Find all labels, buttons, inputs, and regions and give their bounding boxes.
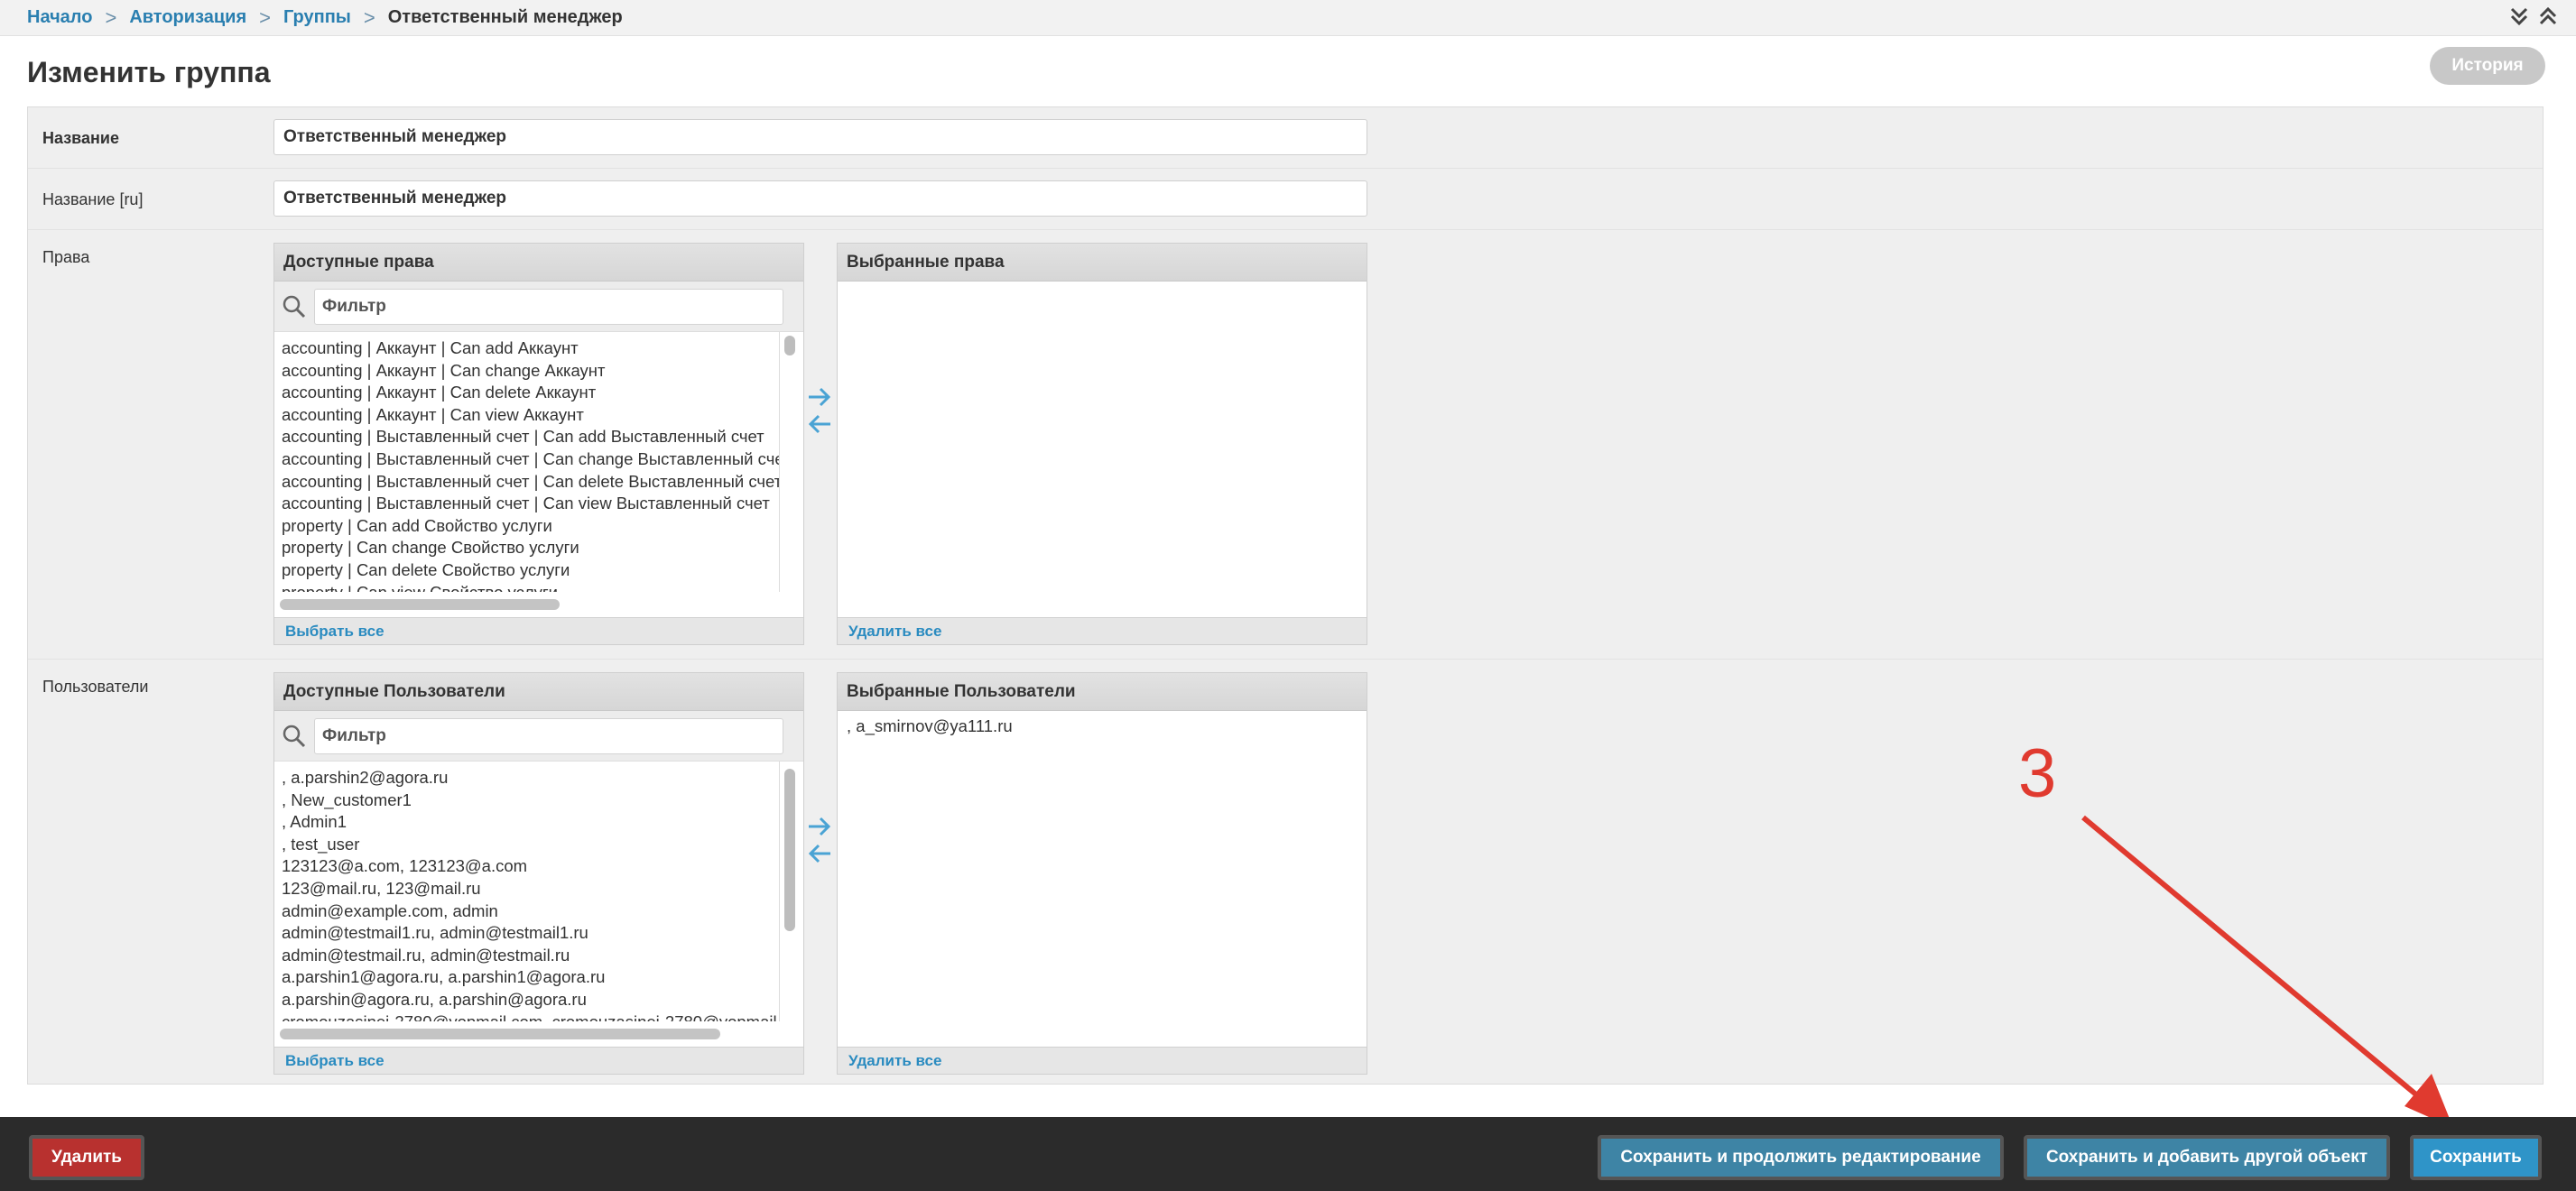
list-item[interactable]: , test_user (282, 834, 772, 856)
name-ru-row: Название [ru] Ответственный менеджер (28, 169, 2543, 230)
list-item[interactable]: 123123@a.com, 123123@a.com (282, 855, 772, 878)
list-item[interactable]: accounting | Выставленный счет | Can vie… (282, 493, 772, 515)
name-ru-label: Название [ru] (42, 190, 144, 208)
available-permissions-list[interactable]: accounting | Аккаунт | Can add Аккаунт ac… (274, 332, 780, 592)
available-permissions-box: Доступные права Фильтр accounting | Акка… (273, 243, 804, 645)
breadcrumb-groups[interactable]: Группы (283, 7, 351, 28)
arrow-right-icon[interactable] (806, 385, 833, 409)
search-icon (283, 725, 306, 748)
collapse-controls (2509, 5, 2558, 27)
breadcrumb-separator: > (363, 5, 375, 29)
users-filter-bar: Фильтр (274, 711, 803, 762)
save-add-another-button[interactable]: Сохранить и добавить другой объект (2024, 1135, 2390, 1180)
list-item[interactable]: accounting | Выставленный счет | Can del… (282, 471, 779, 494)
breadcrumb-separator: > (105, 5, 117, 29)
available-users-box: Доступные Пользователи Фильтр , a.parshi… (273, 672, 804, 1075)
breadcrumb-separator: > (259, 5, 271, 29)
name-input[interactable]: Ответственный менеджер (273, 119, 1367, 155)
list-item[interactable]: accounting | Аккаунт | Can view Аккаунт (282, 404, 772, 427)
vertical-scrollbar[interactable] (783, 765, 797, 1020)
list-item[interactable]: property | Can view Свойство услуги (282, 582, 772, 592)
list-item[interactable]: 123@mail.ru, 123@mail.ru (282, 878, 772, 900)
breadcrumb-home[interactable]: Начало (27, 7, 92, 28)
list-item[interactable]: , a.parshin2@agora.ru (282, 767, 772, 789)
choose-all-users-link[interactable]: Выбрать все (285, 1052, 385, 1070)
list-item[interactable]: a.parshin1@agora.ru, a.parshin1@agora.ru (282, 966, 772, 989)
list-item[interactable]: accounting | Выставленный счет | Can add… (282, 426, 772, 448)
permissions-filter-input[interactable]: Фильтр (314, 289, 783, 325)
history-button[interactable]: История (2430, 47, 2545, 85)
name-label: Название (42, 129, 119, 147)
available-users-title: Доступные Пользователи (274, 673, 803, 711)
list-item[interactable]: accounting | Аккаунт | Can change Аккаун… (282, 360, 772, 383)
users-label: Пользователи (42, 678, 149, 696)
arrow-right-icon[interactable] (806, 815, 833, 838)
available-permissions-title: Доступные права (274, 244, 803, 282)
annotation-step-number: 3 (2018, 735, 2057, 812)
users-row: Пользователи Доступные Пользователи Филь… (28, 660, 2543, 1085)
name-ru-input[interactable]: Ответственный менеджер (273, 180, 1367, 217)
list-item[interactable]: , a_smirnov@ya111.ru (847, 716, 1357, 736)
page-title: Изменить группа (27, 56, 271, 88)
delete-button[interactable]: Удалить (29, 1135, 144, 1180)
list-item[interactable]: cromouzasinei-2780@yopmail.com, cromouza… (282, 1011, 779, 1021)
list-item[interactable]: admin@example.com, admin (282, 900, 772, 923)
list-item[interactable]: , Admin1 (282, 811, 772, 834)
double-chevron-up-icon[interactable] (2538, 5, 2558, 27)
chosen-permissions-box: Выбранные права Удалить все (837, 243, 1367, 645)
arrow-left-icon[interactable] (806, 412, 833, 436)
list-item[interactable]: accounting | Аккаунт | Can add Аккаунт (282, 337, 772, 360)
list-item[interactable]: property | Can delete Свойство услуги (282, 559, 772, 582)
vertical-scrollbar[interactable] (783, 336, 797, 590)
breadcrumb-auth[interactable]: Авторизация (129, 7, 246, 28)
search-icon (283, 295, 306, 319)
permissions-footer: Выбрать все (274, 617, 803, 644)
save-button[interactable]: Сохранить (2410, 1135, 2542, 1180)
group-form: Название Ответственный менеджер Название… (27, 106, 2544, 1085)
remove-all-permissions-link[interactable]: Удалить все (848, 623, 941, 641)
users-filter-input[interactable]: Фильтр (314, 718, 783, 754)
permissions-label: Права (42, 248, 90, 266)
arrow-left-icon[interactable] (806, 842, 833, 865)
list-item[interactable]: admin@testmail1.ru, admin@testmail1.ru (282, 922, 772, 945)
chosen-permissions-footer: Удалить все (838, 617, 1367, 644)
name-row: Название Ответственный менеджер (28, 107, 2543, 169)
save-continue-button[interactable]: Сохранить и продолжить редактирование (1598, 1135, 2004, 1180)
chosen-users-list[interactable]: , a_smirnov@ya111.ru (838, 711, 1367, 742)
horizontal-scrollbar[interactable] (280, 597, 560, 612)
permissions-row: Права Доступные права Фильтр accounting … (28, 230, 2543, 660)
list-item[interactable]: property | Can change Свойство услуги (282, 537, 772, 559)
chosen-users-title: Выбранные Пользователи (838, 673, 1367, 711)
breadcrumb: Начало > Авторизация > Группы > Ответств… (0, 0, 2576, 36)
list-item[interactable]: accounting | Выставленный счет | Can cha… (282, 448, 779, 471)
remove-all-users-link[interactable]: Удалить все (848, 1052, 941, 1070)
permissions-mover (806, 385, 837, 448)
permissions-filter-bar: Фильтр (274, 282, 803, 332)
choose-all-permissions-link[interactable]: Выбрать все (285, 623, 385, 641)
list-item[interactable]: property | Can add Свойство услуги (282, 515, 772, 538)
list-item[interactable]: admin@testmail.ru, admin@testmail.ru (282, 945, 772, 967)
chosen-permissions-title: Выбранные права (838, 244, 1367, 282)
chosen-users-box: Выбранные Пользователи , a_smirnov@ya111… (837, 672, 1367, 1075)
chosen-users-footer: Удалить все (838, 1047, 1367, 1074)
double-chevron-down-icon[interactable] (2509, 5, 2529, 27)
chosen-permissions-list[interactable] (838, 282, 1367, 292)
breadcrumb-current: Ответственный менеджер (387, 7, 623, 27)
list-item[interactable]: a.parshin@agora.ru, a.parshin@agora.ru (282, 989, 772, 1011)
available-users-list[interactable]: , a.parshin2@agora.ru, New_customer1, Ad… (274, 762, 780, 1021)
horizontal-scrollbar[interactable] (280, 1027, 720, 1041)
users-footer: Выбрать все (274, 1047, 803, 1074)
submit-row: Удалить Сохранить и продолжить редактиро… (0, 1117, 2576, 1191)
list-item[interactable]: accounting | Аккаунт | Can delete Аккаун… (282, 382, 772, 404)
users-mover (806, 815, 837, 878)
list-item[interactable]: , New_customer1 (282, 789, 772, 812)
